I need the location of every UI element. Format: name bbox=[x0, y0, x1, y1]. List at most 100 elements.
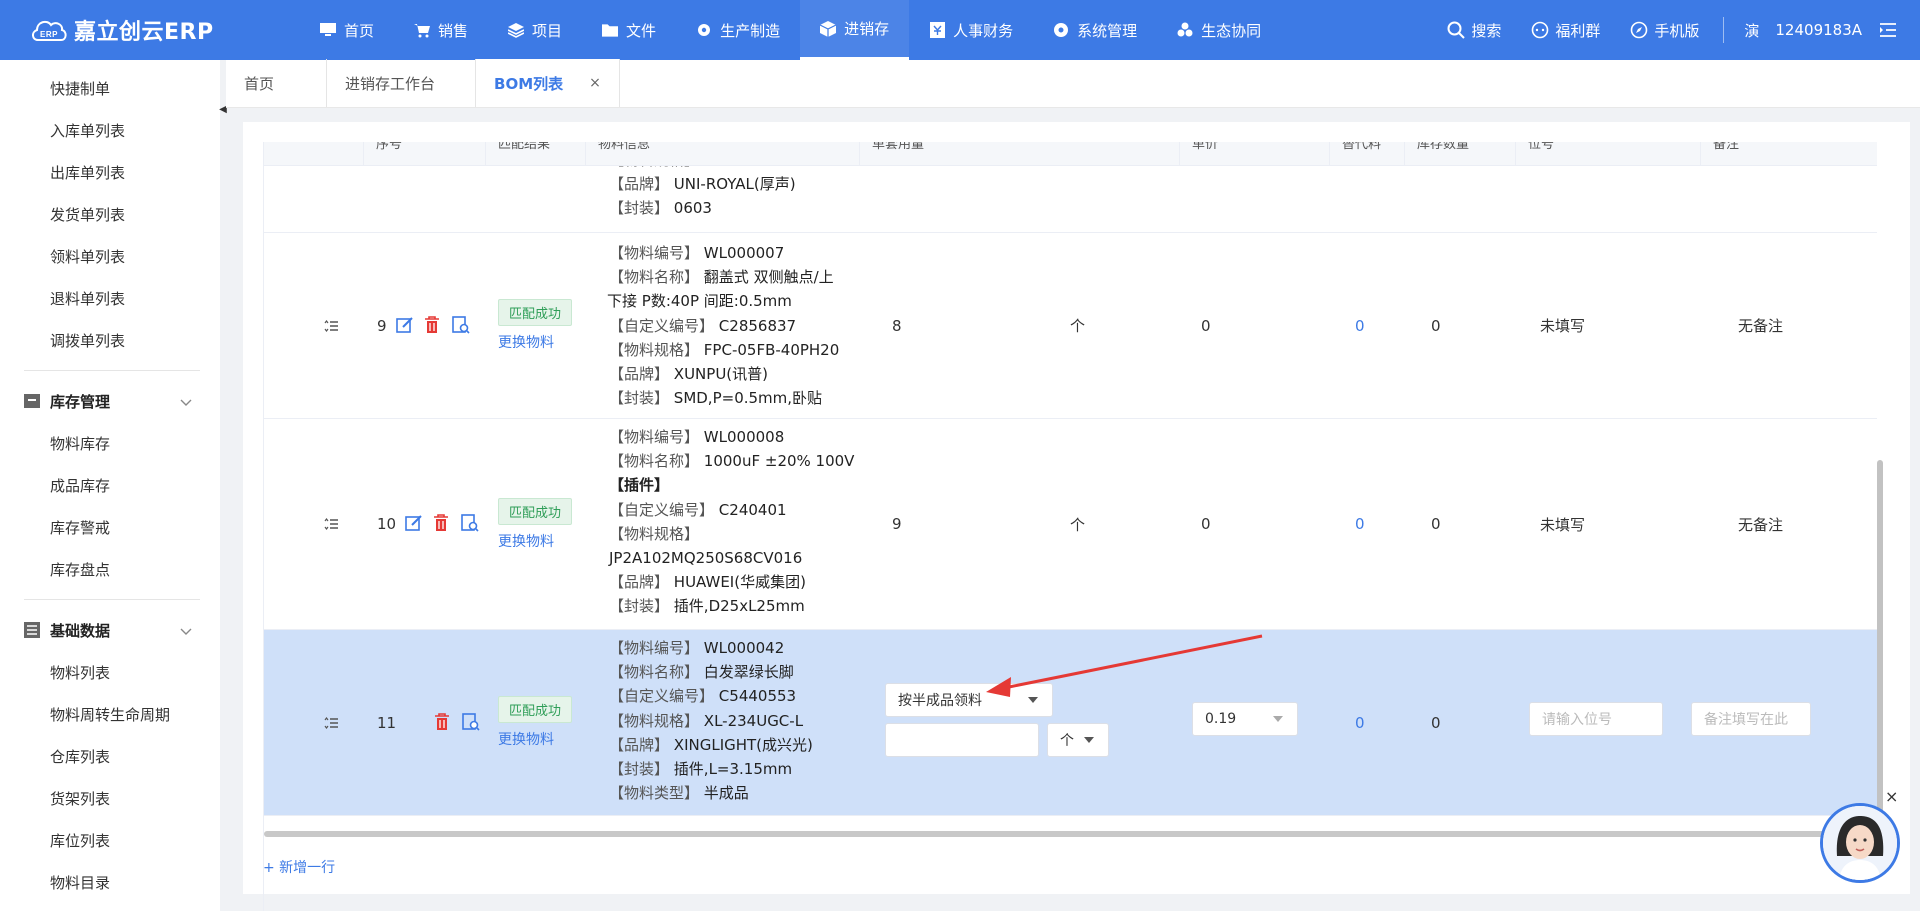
sidebar-item-inbound-list[interactable]: 入库单列表 bbox=[0, 110, 220, 152]
delete-icon[interactable] bbox=[434, 712, 454, 733]
nav-files[interactable]: 文件 bbox=[582, 0, 676, 60]
welfare-group-button[interactable]: 福利群 bbox=[1531, 20, 1600, 41]
nav-home[interactable]: 首页 bbox=[300, 0, 394, 60]
layers-icon bbox=[508, 22, 525, 38]
mobile-version-button[interactable]: 手机版 bbox=[1630, 20, 1699, 41]
caret-down-icon bbox=[1273, 716, 1283, 722]
sidebar-item-shipment-list[interactable]: 发货单列表 bbox=[0, 194, 220, 236]
qty-mode-select[interactable]: 按半成品领料 bbox=[885, 683, 1053, 717]
sidebar-item-transfer-list[interactable]: 调拨单列表 bbox=[0, 320, 220, 362]
material-info: 【物料编号】 WL000008 【物料名称】 1000uF ±20% 100V … bbox=[609, 425, 854, 619]
detail-search-icon[interactable] bbox=[452, 315, 472, 336]
close-tab-icon[interactable]: × bbox=[589, 75, 601, 91]
change-material-link[interactable]: 更换物料 bbox=[498, 729, 554, 749]
assistant-avatar[interactable] bbox=[1820, 803, 1900, 883]
vertical-scrollbar[interactable] bbox=[1877, 460, 1883, 830]
tab-bom-list[interactable]: BOM列表 × bbox=[476, 59, 620, 107]
sidebar-group-inventory[interactable]: 库存管理 bbox=[0, 379, 220, 423]
list-icon bbox=[24, 622, 40, 638]
nav-system-label: 系统管理 bbox=[1077, 21, 1138, 40]
nav-production-label: 生产制造 bbox=[720, 21, 781, 40]
box-icon bbox=[820, 20, 837, 37]
remark-value: 无备注 bbox=[1738, 515, 1784, 534]
drag-handle-icon[interactable] bbox=[324, 419, 338, 629]
search-button[interactable]: 搜索 bbox=[1447, 20, 1501, 41]
sidebar-item-material-list[interactable]: 物料列表 bbox=[0, 652, 220, 694]
sidebar-item-requisition-list[interactable]: 领料单列表 bbox=[0, 236, 220, 278]
user-avatar[interactable]: 演 bbox=[1744, 20, 1759, 41]
nav-project[interactable]: 项目 bbox=[488, 0, 582, 60]
tab-home[interactable]: 首页 bbox=[226, 59, 328, 107]
material-line: JP2A102MQ250S68CV016 bbox=[609, 549, 803, 568]
sidebar-item-warehouse-list[interactable]: 仓库列表 bbox=[0, 736, 220, 778]
drag-handle-icon[interactable] bbox=[324, 233, 338, 418]
sidebar-item-stocktake[interactable]: 库存盘点 bbox=[0, 549, 220, 591]
user-id[interactable]: 12409183A bbox=[1775, 21, 1862, 39]
remark-input[interactable]: 备注填写在此 bbox=[1691, 702, 1811, 736]
sidebar-group-inventory-label: 库存管理 bbox=[50, 392, 111, 411]
sidebar-item-stock-alert[interactable]: 库存警戒 bbox=[0, 507, 220, 549]
caret-down-icon bbox=[1028, 697, 1038, 703]
material-line: 【物料规格】 bbox=[609, 524, 700, 543]
nav-system[interactable]: 系统管理 bbox=[1033, 0, 1157, 60]
header-substitute: 替代料 bbox=[1330, 142, 1405, 166]
qty-mode-value: 按半成品领料 bbox=[898, 693, 982, 709]
detail-search-icon[interactable] bbox=[462, 712, 482, 733]
nav-production[interactable]: 生产制造 bbox=[676, 0, 800, 60]
horizontal-scrollbar[interactable] bbox=[264, 831, 1878, 837]
add-row-button[interactable]: + 新增一行 bbox=[263, 857, 335, 877]
material-line: 【物料规格】 FPC-05FB-40PH20 bbox=[609, 340, 840, 359]
sidebar-item-location-list[interactable]: 库位列表 bbox=[0, 820, 220, 862]
app-logo[interactable]: ERP 嘉立创云ERP bbox=[0, 14, 300, 46]
sidebar-item-shelf-list[interactable]: 货架列表 bbox=[0, 778, 220, 820]
search-icon bbox=[1447, 21, 1466, 39]
edit-icon[interactable] bbox=[405, 514, 425, 534]
unit-select[interactable]: 个 bbox=[1047, 723, 1109, 757]
nav-ecosystem-label: 生态协同 bbox=[1201, 21, 1262, 40]
welfare-group-label: 福利群 bbox=[1555, 21, 1601, 40]
material-line: 【物料类型】 半成品 bbox=[609, 784, 749, 803]
nav-inventory[interactable]: 进销存 bbox=[800, 0, 910, 60]
material-line: 下接 P数:40P 间距:0.5mm bbox=[607, 292, 792, 311]
change-material-link[interactable]: 更换物料 bbox=[498, 332, 554, 352]
sidebar-item-product-stock[interactable]: 成品库存 bbox=[0, 465, 220, 507]
detail-search-icon[interactable] bbox=[461, 514, 481, 534]
header-material: 物料信息 bbox=[586, 142, 860, 166]
sidebar-divider bbox=[24, 599, 200, 600]
delete-icon[interactable] bbox=[424, 315, 444, 336]
match-status-badge: 匹配成功 bbox=[498, 497, 573, 525]
substitute-link[interactable]: 0 bbox=[1355, 630, 1365, 815]
qty-input[interactable] bbox=[885, 723, 1039, 757]
tab-home-label: 首页 bbox=[244, 74, 275, 93]
sidebar-item-return-list[interactable]: 退料单列表 bbox=[0, 278, 220, 320]
price-value: 0 bbox=[1201, 515, 1211, 533]
inventory-box-icon bbox=[24, 393, 40, 409]
substitute-link[interactable]: 0 bbox=[1355, 419, 1365, 629]
tab-inventory-workbench[interactable]: 进销存工作台 bbox=[327, 59, 477, 107]
close-assistant-icon[interactable]: × bbox=[1885, 787, 1898, 806]
edit-icon[interactable] bbox=[396, 316, 416, 336]
sidebar-item-quick-order[interactable]: 快捷制单 bbox=[0, 68, 220, 110]
top-navigation-bar: ERP 嘉立创云ERP 首页 销售 项目 文件 生产制造 进销存 人事财务 系统… bbox=[0, 0, 1920, 60]
cart-icon bbox=[414, 22, 431, 38]
sidebar-item-outbound-list[interactable]: 出库单列表 bbox=[0, 152, 220, 194]
drag-handle-icon[interactable] bbox=[324, 630, 338, 815]
sidebar-group-basic-data[interactable]: 基础数据 bbox=[0, 608, 220, 652]
substitute-link[interactable]: 0 bbox=[1355, 233, 1365, 418]
compass-icon bbox=[1630, 21, 1648, 39]
stock-value: 0 bbox=[1431, 713, 1441, 732]
nav-ecosystem[interactable]: 生态协同 bbox=[1157, 0, 1281, 60]
nav-sales[interactable]: 销售 bbox=[394, 0, 488, 60]
delete-icon[interactable] bbox=[433, 514, 453, 534]
sidebar-item-material-lifecycle[interactable]: 物料周转生命周期 bbox=[0, 694, 220, 736]
change-material-link[interactable]: 更换物料 bbox=[498, 531, 554, 551]
nav-hr-finance[interactable]: 人事财务 bbox=[909, 0, 1033, 60]
price-select[interactable]: 0.19 bbox=[1192, 702, 1298, 736]
sidebar-item-material-stock[interactable]: 物料库存 bbox=[0, 423, 220, 465]
row-index: 10 bbox=[377, 515, 397, 533]
material-line: 【品牌】 XINGLIGHT(成兴光) bbox=[609, 735, 813, 754]
position-input[interactable]: 请输入位号 bbox=[1529, 702, 1663, 736]
sidebar-item-material-catalog[interactable]: 物料目录 bbox=[0, 862, 220, 904]
menu-toggle-icon[interactable] bbox=[1880, 23, 1896, 37]
header-tools: 搜索 福利群 手机版 演 12409183A bbox=[1417, 0, 1896, 60]
